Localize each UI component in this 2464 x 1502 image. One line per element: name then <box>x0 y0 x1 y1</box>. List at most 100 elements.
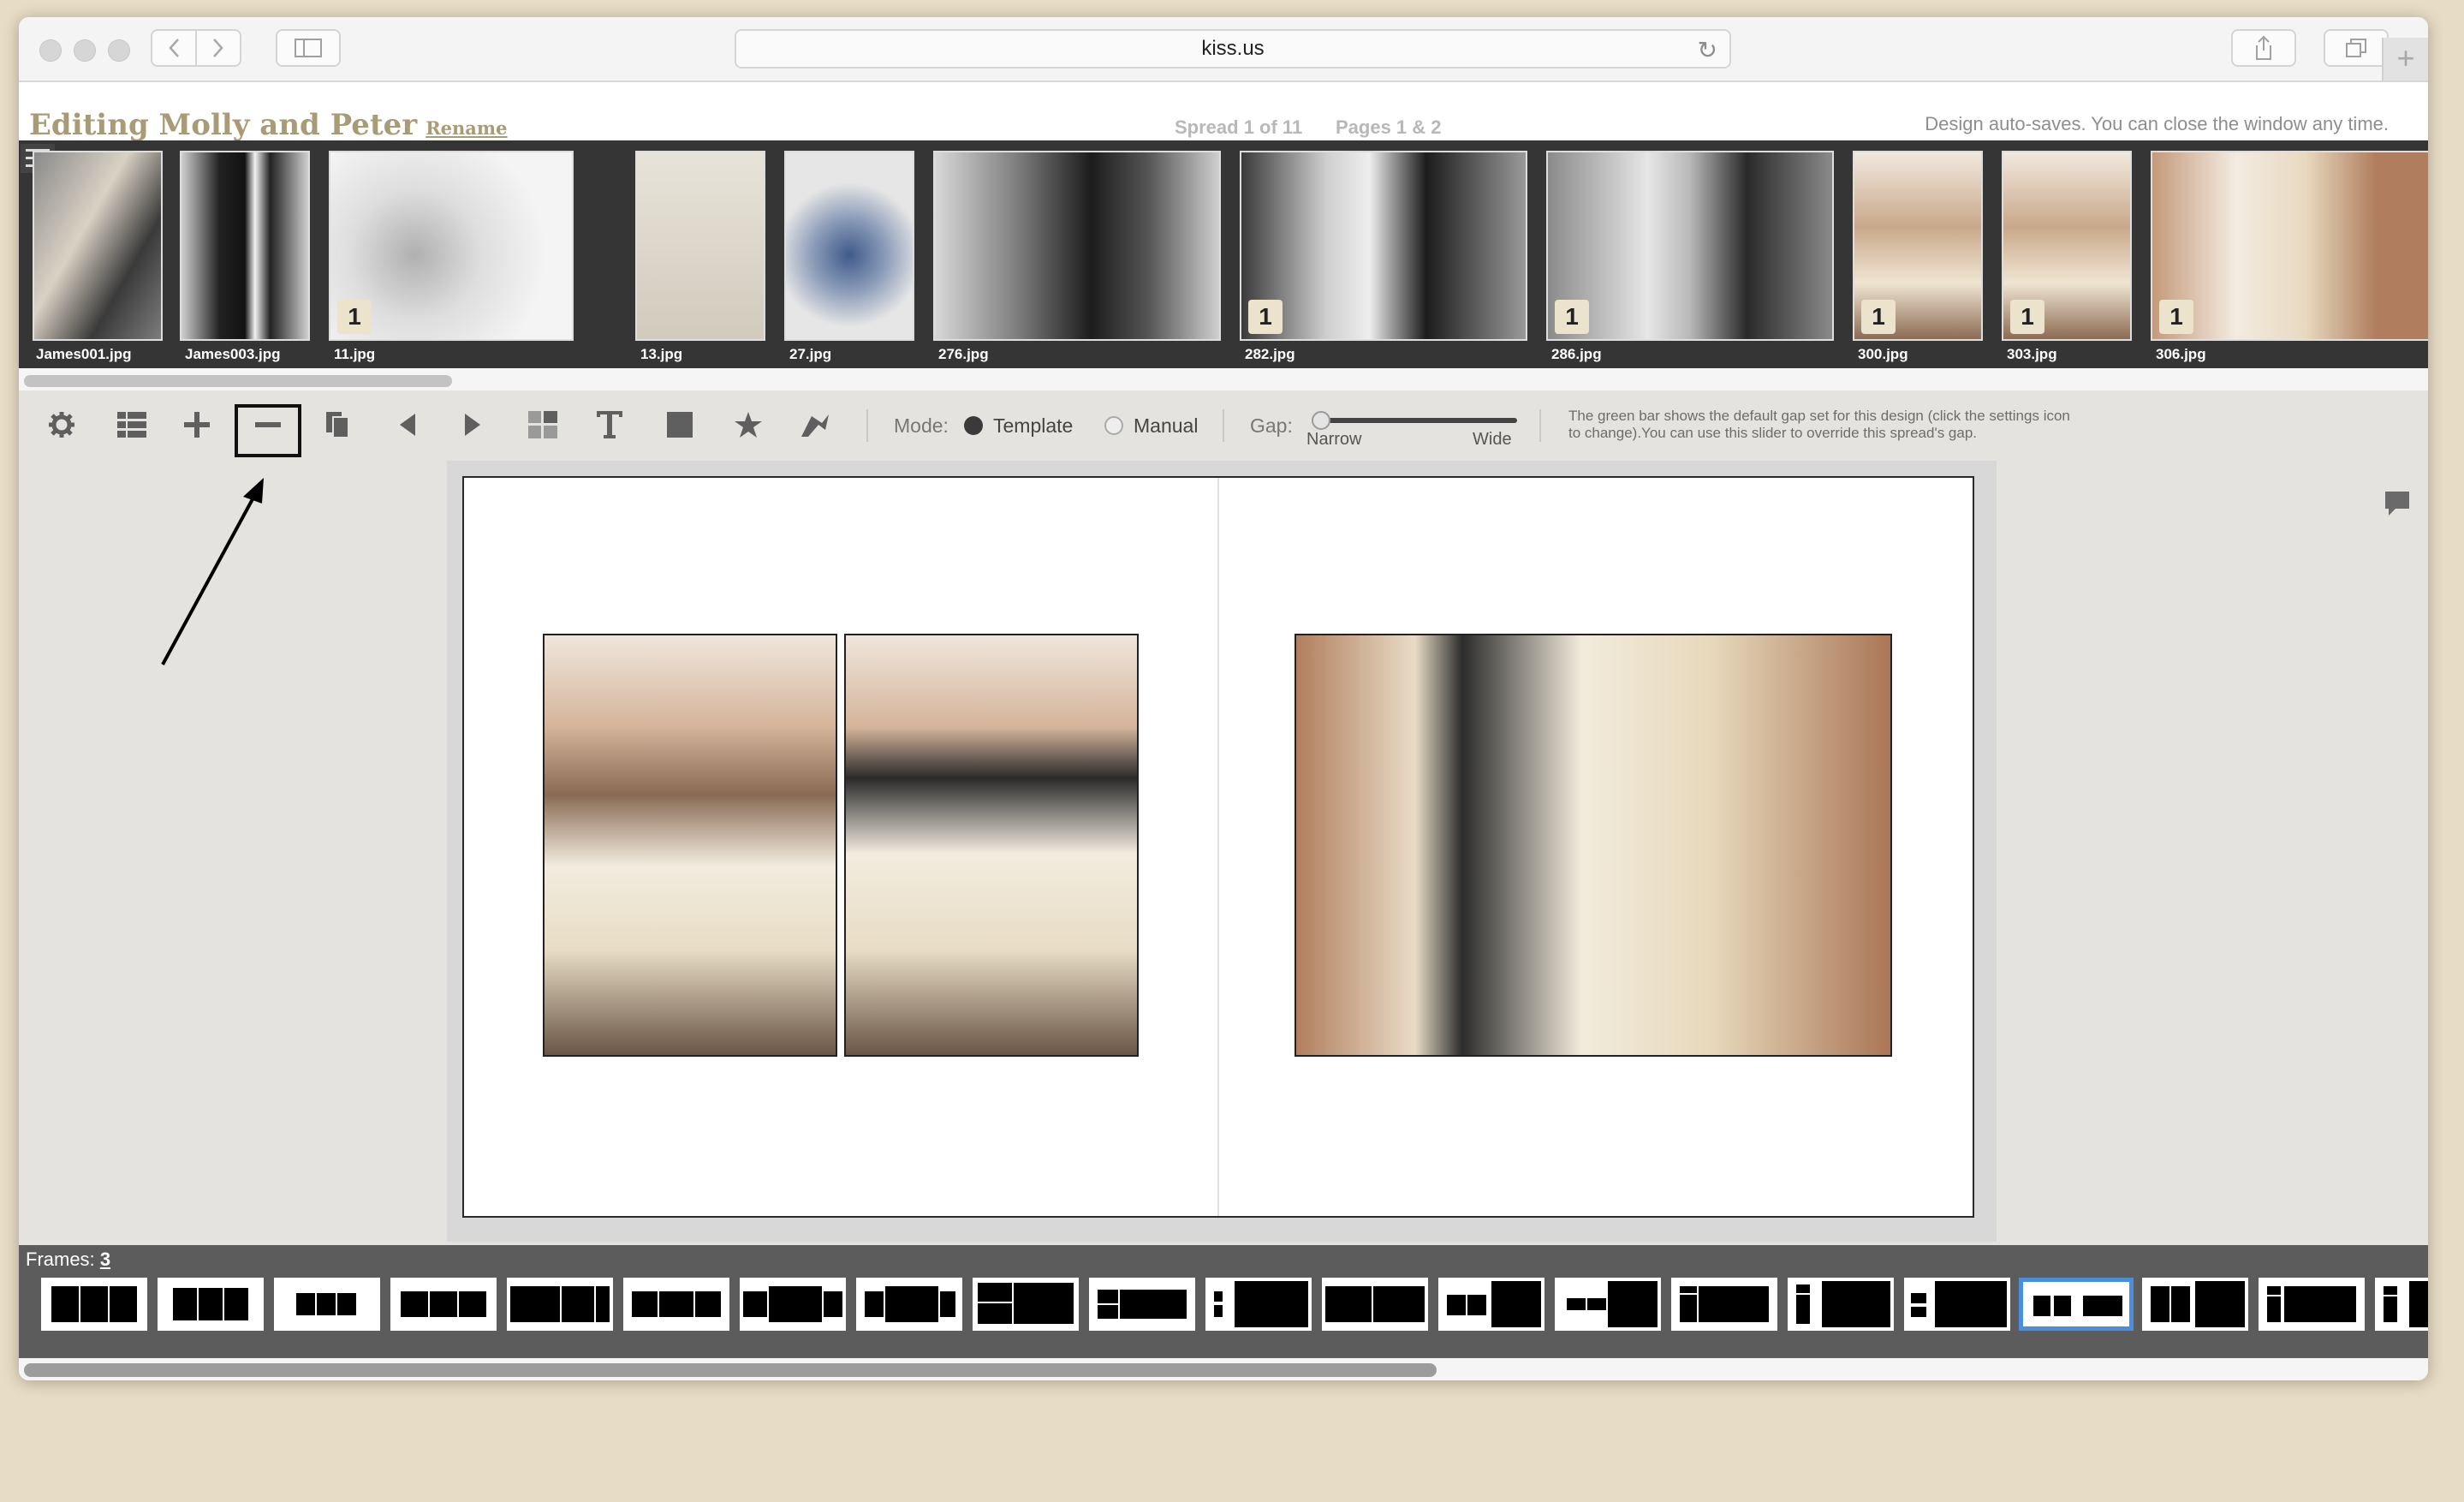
frame-template[interactable] <box>507 1278 613 1331</box>
mode-label: Mode: <box>894 414 949 437</box>
photo-strip: James001.jpg James003.jpg 1 11.jpg 13.jp… <box>19 140 2428 368</box>
autosave-note: Design auto-saves. You can close the win… <box>1925 113 2389 134</box>
frame-template[interactable] <box>1438 1278 1544 1331</box>
forward-button[interactable] <box>195 29 241 67</box>
close-window-button[interactable] <box>39 39 62 62</box>
thumbnail-label: 286.jpg <box>1551 346 1602 362</box>
thumbnail-label: 11.jpg <box>334 346 376 362</box>
frames-count[interactable]: 3 <box>100 1249 110 1270</box>
thumbnail-image[interactable]: 1 <box>2002 151 2132 341</box>
frame-template[interactable] <box>740 1278 846 1331</box>
photo-strip-scrollbar[interactable] <box>19 368 2428 390</box>
frame-template[interactable] <box>623 1278 729 1331</box>
share-button[interactable] <box>2231 29 2296 67</box>
thumbnail-label: 27.jpg <box>789 346 832 362</box>
frame-template[interactable] <box>2375 1278 2428 1331</box>
scrollbar-thumb[interactable] <box>24 1363 1437 1377</box>
gap-slider-track[interactable] <box>1318 418 1517 423</box>
editor-toolbar: Mode: Template Manual Gap: Narrow Wide T… <box>19 390 2428 461</box>
next-spread-icon[interactable] <box>454 406 491 444</box>
gap-hint-text: The green bar shows the default gap set … <box>1568 408 2070 441</box>
zoom-window-button[interactable] <box>108 39 130 62</box>
remove-icon-highlight <box>235 404 301 457</box>
thumbnail-image[interactable] <box>635 151 765 341</box>
thumbnail-label: 282.jpg <box>1245 346 1295 362</box>
thumbnail-image[interactable]: 1 <box>1240 151 1527 341</box>
tabs-overview-button[interactable] <box>2324 29 2389 67</box>
sidebar-toggle-button[interactable] <box>276 29 341 67</box>
thumbnail-image[interactable] <box>784 151 914 341</box>
prev-spread-icon[interactable] <box>389 406 426 444</box>
thumbnail-image[interactable]: 1 <box>2151 151 2428 341</box>
frame-template[interactable] <box>856 1278 962 1331</box>
arrow-annotation-icon <box>161 478 264 665</box>
undo-icon[interactable] <box>796 406 834 444</box>
album-photo[interactable] <box>1294 634 1892 1057</box>
browser-window: kiss.us ↻ + Editing Molly and Peter Renam… <box>19 17 2428 1380</box>
page-fold <box>1217 478 1219 1216</box>
mode-template-label[interactable]: Template <box>993 414 1073 438</box>
frame-template[interactable] <box>1205 1278 1312 1331</box>
thumbnail-image[interactable] <box>33 151 163 341</box>
frame-template[interactable] <box>1322 1278 1428 1331</box>
minimize-window-button[interactable] <box>74 39 96 62</box>
gap-slider-handle[interactable] <box>1312 411 1330 430</box>
frames-scrollbar[interactable] <box>19 1358 2428 1380</box>
frame-template[interactable] <box>2142 1278 2248 1331</box>
new-tab-button[interactable]: + <box>2382 38 2428 80</box>
add-icon[interactable] <box>178 406 216 444</box>
chevron-left-icon <box>169 39 179 57</box>
thumbnail-image[interactable]: 1 <box>329 151 574 341</box>
thumbnail-image[interactable]: 1 <box>1853 151 1983 341</box>
toolbar-divider <box>1223 409 1224 442</box>
frame-template[interactable] <box>158 1278 264 1331</box>
grid-icon[interactable] <box>113 406 151 444</box>
thumbnail-image[interactable] <box>180 151 310 341</box>
spread-indicator: Spread 1 of 11 <box>1175 116 1303 138</box>
mode-template-radio[interactable] <box>964 416 983 435</box>
mode-manual-label[interactable]: Manual <box>1134 414 1198 438</box>
address-bar[interactable]: kiss.us ↻ <box>735 29 1731 69</box>
usage-badge: 1 <box>2010 300 2044 334</box>
mode-manual-radio[interactable] <box>1104 416 1123 435</box>
pages-indicator: Pages 1 & 2 <box>1336 116 1442 138</box>
frame-template[interactable] <box>973 1278 1079 1331</box>
frame-template[interactable] <box>1089 1278 1195 1331</box>
album-photo[interactable] <box>543 634 837 1057</box>
frame-template-selected[interactable] <box>2019 1278 2134 1331</box>
page-title: Editing Molly and Peter Rename <box>29 108 507 142</box>
reload-icon[interactable]: ↻ <box>1698 36 1717 64</box>
toolbar-divider <box>866 409 868 442</box>
star-icon[interactable] <box>729 406 767 444</box>
frame-template[interactable] <box>1671 1278 1777 1331</box>
frame-template[interactable] <box>1904 1278 2010 1331</box>
frame-template[interactable] <box>390 1278 497 1331</box>
box-icon[interactable] <box>661 406 699 444</box>
album-spread <box>462 476 1974 1218</box>
frame-template[interactable] <box>1555 1278 1661 1331</box>
chevron-right-icon <box>213 39 223 57</box>
gap-wide-label: Wide <box>1473 430 1512 449</box>
comment-icon[interactable] <box>2385 492 2409 522</box>
rename-link[interactable]: Rename <box>426 117 507 139</box>
frame-template[interactable] <box>2259 1278 2365 1331</box>
copy-icon[interactable] <box>318 406 356 444</box>
plus-icon: + <box>2396 40 2415 75</box>
frames-panel: Frames: 3 <box>19 1245 2428 1358</box>
settings-icon[interactable] <box>43 406 80 444</box>
scrollbar-thumb[interactable] <box>24 375 452 387</box>
frame-template[interactable] <box>274 1278 380 1331</box>
tabs-icon <box>2346 39 2366 57</box>
thumbnail-label: 300.jpg <box>1858 346 1908 362</box>
thumbnail-image[interactable] <box>933 151 1221 341</box>
thumbnail-label: 13.jpg <box>640 346 683 362</box>
album-photo[interactable] <box>844 634 1139 1057</box>
frame-template[interactable] <box>41 1278 147 1331</box>
layout-icon[interactable] <box>524 406 562 444</box>
usage-badge: 1 <box>1555 300 1589 334</box>
text-icon[interactable] <box>591 406 628 444</box>
back-button[interactable] <box>151 29 197 67</box>
gap-label: Gap: <box>1250 414 1293 437</box>
frame-template[interactable] <box>1788 1278 1894 1331</box>
thumbnail-image[interactable]: 1 <box>1546 151 1834 341</box>
